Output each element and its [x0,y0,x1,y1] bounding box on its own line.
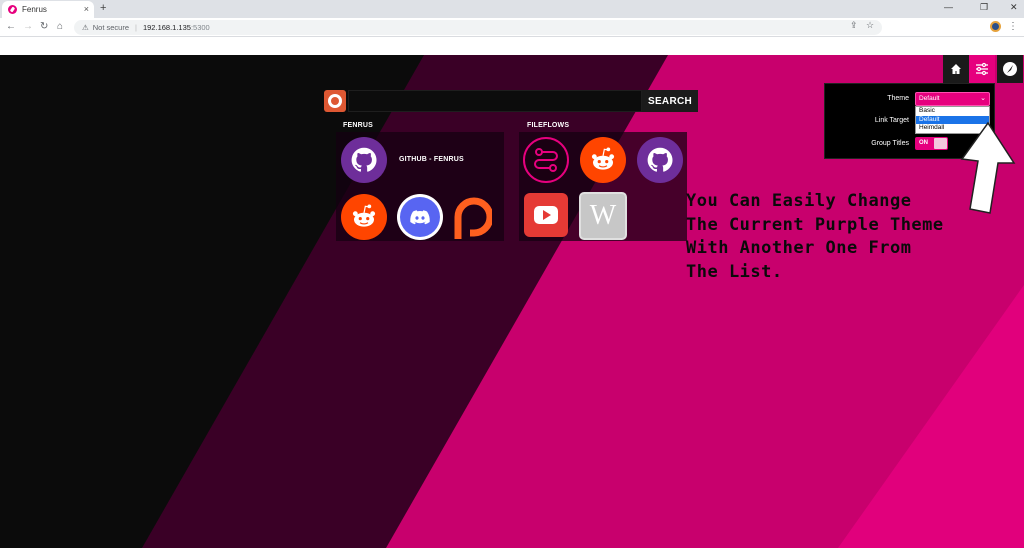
chevron-down-icon: ⌄ [980,95,986,102]
settings-button[interactable] [969,55,995,83]
fenrus-logo-button[interactable] [997,55,1023,83]
discord-icon[interactable] [397,194,443,240]
minimize-button[interactable]: — [944,2,953,12]
home-icon [951,64,961,74]
duckduckgo-icon[interactable] [324,90,346,112]
search-input[interactable] [348,90,642,112]
new-tab-button[interactable]: + [100,2,106,14]
search-bar: SEARCH [324,90,698,112]
bookmark-star-icon[interactable]: ☆ [866,20,874,31]
toggle-state: ON [919,140,928,146]
home-icon[interactable]: ⌂ [57,21,63,32]
group-titles-toggle[interactable]: ON [915,137,948,150]
group-titles-label: Group Titles [871,140,909,147]
forward-arrow-icon[interactable]: → [23,21,33,32]
fenrus-dashboard: SEARCH FENRUS GITHUB - FENRUS FILEFLOWS [0,55,1024,548]
url-host: 192.168.1.135 [142,23,191,32]
theme-select[interactable]: Default ⌄ [915,92,990,106]
url-separator: | [135,23,137,32]
annotation-line: The Current Purple Theme [686,214,944,235]
link-target-label: Link Target [874,117,909,124]
youtube-icon[interactable] [524,193,568,237]
annotation-line: You Can Easily Change [686,191,912,211]
annotation-line: With Another One From [686,238,912,258]
home-button[interactable] [943,55,969,83]
share-icon[interactable]: ⇪ [850,20,858,31]
sliders-icon [976,62,988,76]
fenrus-logo-icon [1003,62,1017,76]
wikipedia-icon[interactable]: W [579,192,627,240]
github-icon[interactable] [637,137,683,183]
toggle-knob [934,138,947,149]
group-title-fenrus: FENRUS [343,122,373,129]
annotation-line: The List. [686,261,783,282]
theme-option-basic[interactable]: Basic [916,107,989,116]
annotation-text: You Can Easily Change The Current Purple… [686,190,1016,284]
theme-label: Theme [887,95,909,102]
security-label: Not secure [92,23,130,32]
browser-tab[interactable]: Fenrus × [2,1,94,18]
reload-icon[interactable]: ↻ [40,21,48,32]
warning-icon: ⚠ [82,23,89,32]
fileflows-icon[interactable] [523,137,569,183]
reddit-icon[interactable] [580,137,626,183]
fenrus-favicon-icon [8,5,17,14]
restore-button[interactable]: ❐ [980,2,988,13]
url-port: :5300 [190,23,210,32]
profile-avatar[interactable] [990,21,1001,32]
menu-dots-icon[interactable]: ⋮ [1008,21,1018,32]
group-title-fileflows: FILEFLOWS [527,122,570,129]
back-arrow-icon[interactable]: ← [6,21,16,32]
reddit-icon[interactable] [341,194,387,240]
browser-toolbar: ← → ↻ ⌂ ⚠ Not secure | 192.168.1.135 :53… [0,18,1024,37]
tab-close-icon[interactable]: × [84,4,89,14]
github-icon[interactable] [341,137,387,183]
group-fenrus: GITHUB - FENRUS [336,132,504,241]
address-bar[interactable]: ⚠ Not secure | 192.168.1.135 :5300 [74,20,882,35]
tab-title: Fenrus [22,5,47,14]
search-button[interactable]: SEARCH [642,90,698,112]
theme-selected-value: Default [919,95,940,102]
group-fileflows: W [519,132,687,241]
patreon-icon[interactable] [449,194,495,240]
tab-strip: Fenrus × + — ❐ ✕ [0,0,1024,18]
app-label-github-fenrus[interactable]: GITHUB - FENRUS [399,156,464,163]
close-window-button[interactable]: ✕ [1010,2,1018,13]
